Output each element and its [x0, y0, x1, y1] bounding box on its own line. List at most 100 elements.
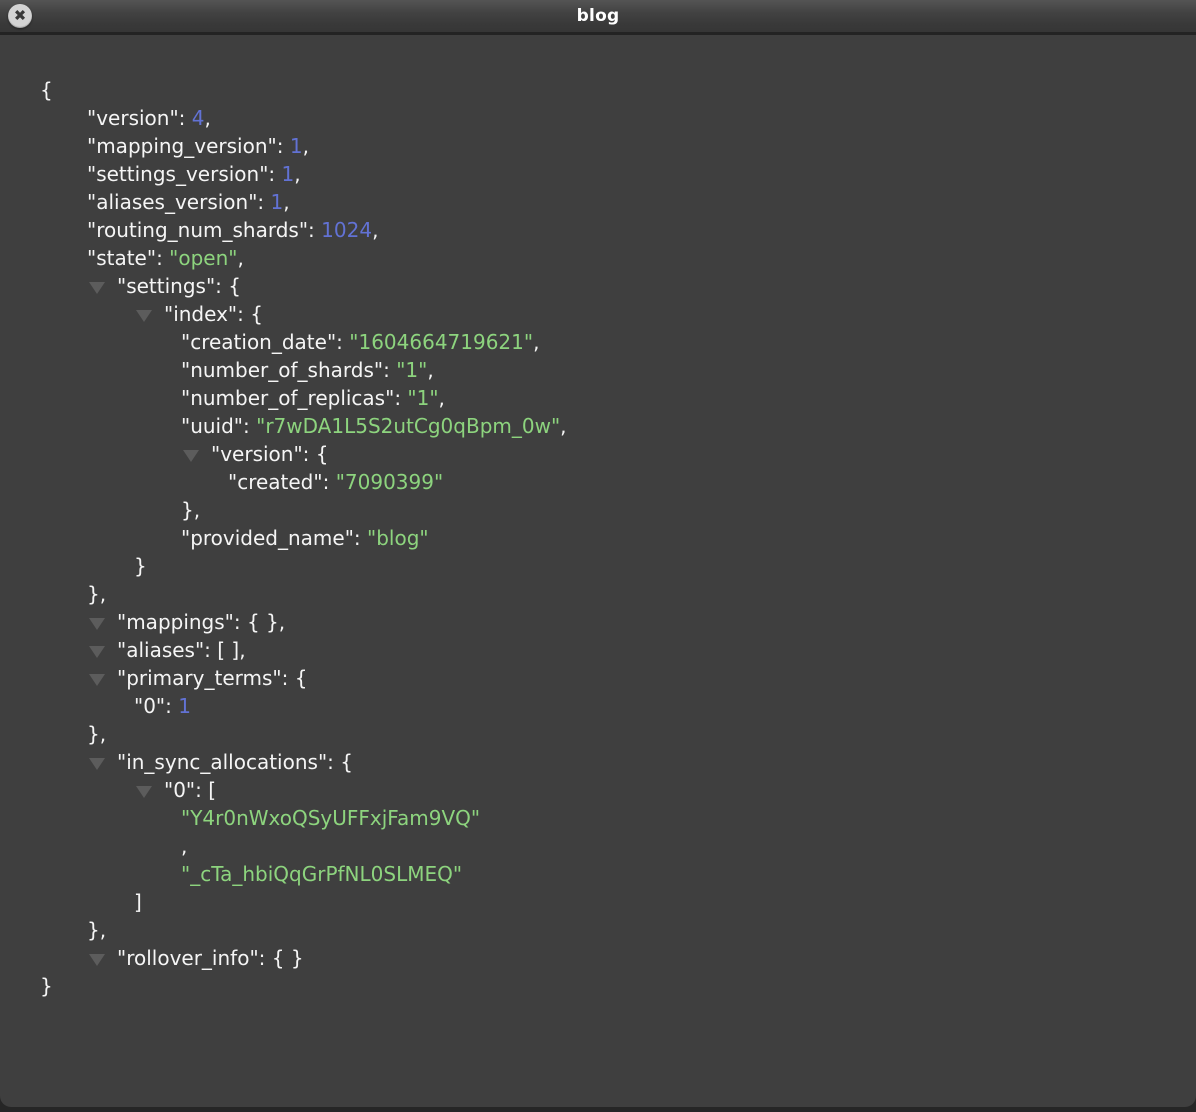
json-string-value: "Y4r0nWxoQSyUFFxjFam9VQ" — [181, 806, 481, 830]
json-line: "number_of_shards": "1", — [0, 356, 1196, 384]
json-line: "version": { — [0, 440, 1196, 468]
json-key: "routing_num_shards" — [87, 218, 309, 242]
json-key: "aliases_version" — [87, 190, 258, 214]
json-line: "in_sync_allocations": { — [0, 748, 1196, 776]
json-string-value: "1" — [407, 386, 439, 410]
json-punctuation: : — [165, 694, 179, 718]
collapse-triangle-icon[interactable] — [136, 786, 152, 798]
json-key: "created" — [228, 470, 323, 494]
json-punctuation: , — [294, 162, 301, 186]
json-key: "settings_version" — [87, 162, 269, 186]
json-key: "version" — [87, 106, 179, 130]
json-key: "0" — [134, 694, 166, 718]
json-punctuation: : — [394, 386, 408, 410]
json-string-value: "_cTa_hbiQqGrPfNL0SLMEQ" — [181, 862, 463, 886]
json-line: "0": [ — [0, 776, 1196, 804]
json-punctuation: : — [243, 414, 257, 438]
collapse-triangle-icon[interactable] — [89, 646, 105, 658]
json-line: "_cTa_hbiQqGrPfNL0SLMEQ" — [0, 860, 1196, 888]
json-punctuation: : — [276, 134, 290, 158]
json-key: "uuid" — [181, 414, 244, 438]
json-punctuation: : { — [327, 750, 353, 774]
json-string-value: "r7wDA1L5S2utCg0qBpm_0w" — [256, 414, 561, 438]
json-key: "index" — [164, 302, 238, 326]
collapse-triangle-icon[interactable] — [89, 674, 105, 686]
json-line: "creation_date": "1604664719621", — [0, 328, 1196, 356]
json-key: "settings" — [117, 274, 216, 298]
json-punctuation: , — [302, 134, 309, 158]
json-key: "creation_date" — [181, 330, 337, 354]
json-punctuation: : { } — [258, 946, 304, 970]
json-punctuation: : [ — [195, 778, 217, 802]
json-punctuation: , — [438, 386, 445, 410]
json-line: }, — [0, 496, 1196, 524]
json-line: "index": { — [0, 300, 1196, 328]
json-line: "number_of_replicas": "1", — [0, 384, 1196, 412]
json-line: , — [0, 832, 1196, 860]
json-line: "settings": { — [0, 272, 1196, 300]
json-punctuation: : — [308, 218, 322, 242]
json-punctuation: } — [134, 554, 147, 578]
json-key: "provided_name" — [181, 526, 354, 550]
json-line: } — [0, 552, 1196, 580]
json-punctuation: : { — [237, 302, 263, 326]
json-punctuation: : — [336, 330, 350, 354]
json-number-value: 1024 — [321, 218, 373, 242]
json-line: ] — [0, 888, 1196, 916]
json-line: "0": 1 — [0, 692, 1196, 720]
json-key: "in_sync_allocations" — [117, 750, 328, 774]
json-punctuation: : — [178, 106, 192, 130]
json-punctuation: , — [283, 190, 290, 214]
json-line: { — [0, 76, 1196, 104]
json-content-pane: {"version": 4, "mapping_version": 1, "sett… — [0, 35, 1196, 1000]
json-punctuation: }, — [181, 498, 201, 522]
collapse-triangle-icon[interactable] — [89, 282, 105, 294]
json-line: } — [0, 972, 1196, 1000]
json-string-value: "1" — [396, 358, 428, 382]
json-punctuation: { — [40, 78, 53, 102]
collapse-triangle-icon[interactable] — [136, 310, 152, 322]
json-punctuation: : — [268, 162, 282, 186]
json-line: "mappings": { }, — [0, 608, 1196, 636]
json-line: "uuid": "r7wDA1L5S2utCg0qBpm_0w", — [0, 412, 1196, 440]
json-key: "mappings" — [117, 610, 234, 634]
window-titlebar[interactable]: ✖ blog — [0, 0, 1196, 35]
json-punctuation: : { }, — [233, 610, 286, 634]
json-punctuation: , — [533, 330, 540, 354]
json-string-value: "open" — [169, 246, 238, 270]
json-key: "state" — [87, 246, 157, 270]
json-punctuation: , — [372, 218, 379, 242]
json-string-value: "7090399" — [335, 470, 444, 494]
json-number-value: 1 — [289, 134, 303, 158]
json-key: "version" — [211, 442, 303, 466]
json-line: "primary_terms": { — [0, 664, 1196, 692]
window-title: blog — [576, 6, 620, 26]
json-punctuation: : — [353, 526, 368, 550]
json-line: "rollover_info": { } — [0, 944, 1196, 972]
json-key: "aliases" — [117, 638, 205, 662]
close-button[interactable]: ✖ — [8, 4, 32, 28]
json-line: "settings_version": 1, — [0, 160, 1196, 188]
json-key: "primary_terms" — [117, 666, 282, 690]
json-key: "0" — [164, 778, 196, 802]
json-key: "number_of_shards" — [181, 358, 384, 382]
collapse-triangle-icon[interactable] — [89, 618, 105, 630]
close-icon: ✖ — [13, 6, 27, 24]
json-number-value: 1 — [178, 694, 191, 718]
json-punctuation: , — [427, 358, 434, 382]
json-key: "number_of_replicas" — [181, 386, 395, 410]
collapse-triangle-icon[interactable] — [89, 954, 105, 966]
collapse-triangle-icon[interactable] — [89, 758, 105, 770]
json-line: "aliases": [ ], — [0, 636, 1196, 664]
json-punctuation: : — [322, 470, 336, 494]
json-punctuation: }, — [87, 722, 107, 746]
collapse-triangle-icon[interactable] — [183, 450, 199, 462]
json-punctuation: ] — [134, 890, 142, 914]
json-key: "mapping_version" — [87, 134, 277, 158]
json-number-value: 4 — [191, 106, 205, 130]
json-string-value: "1604664719621" — [349, 330, 534, 354]
json-number-value: 1 — [281, 162, 295, 186]
json-line: "state": "open", — [0, 244, 1196, 272]
json-line: }, — [0, 916, 1196, 944]
json-punctuation: , — [204, 106, 211, 130]
